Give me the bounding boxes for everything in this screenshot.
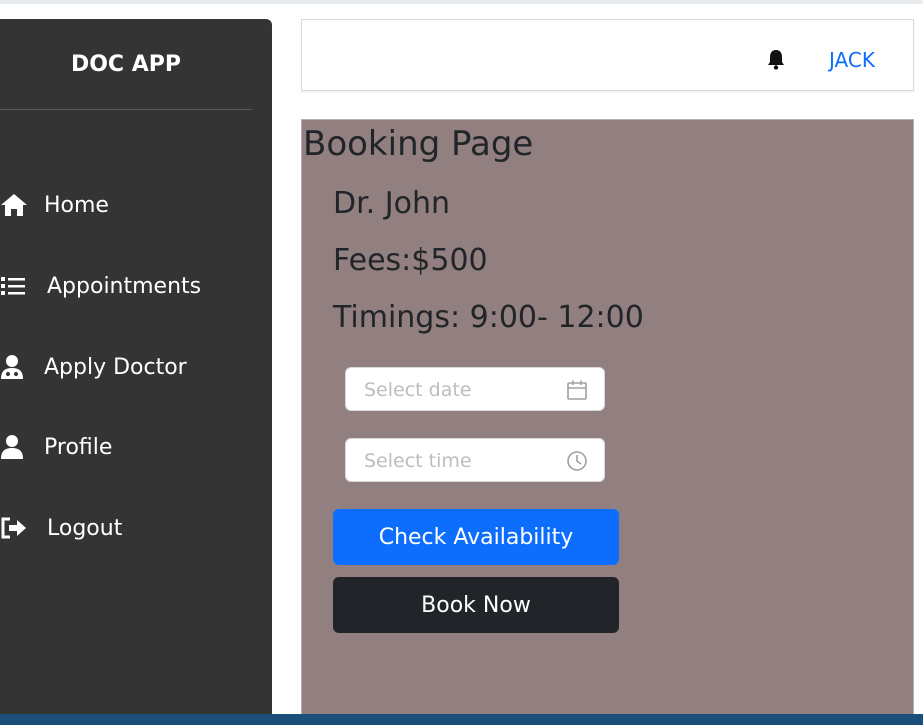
doctor-timings: Timings: 9:00- 12:00	[333, 300, 644, 335]
sidebar-item-label: Profile	[44, 434, 113, 460]
logout-icon	[0, 513, 47, 543]
app-logo: DOC APP	[0, 19, 252, 110]
sidebar-item-label: Logout	[47, 515, 123, 541]
window-top-edge	[0, 0, 923, 4]
sidebar-item-apply-doctor[interactable]: Apply Doctor	[0, 347, 187, 387]
page-title: Booking Page	[303, 124, 534, 164]
list-icon	[0, 271, 47, 301]
book-now-button[interactable]: Book Now	[333, 577, 619, 633]
sidebar: DOC APP Home Appointments Apply Doctor P…	[0, 19, 272, 725]
sidebar-item-label: Apply Doctor	[44, 354, 187, 380]
user-name-link[interactable]: JACK	[829, 48, 875, 72]
home-icon	[0, 190, 44, 220]
sidebar-item-label: Home	[44, 192, 109, 218]
clock-icon[interactable]	[566, 450, 588, 472]
os-taskbar	[0, 714, 923, 725]
user-icon	[0, 432, 44, 462]
sidebar-item-label: Appointments	[47, 273, 202, 299]
sidebar-item-profile[interactable]: Profile	[0, 427, 112, 467]
top-header: JACK	[301, 19, 914, 91]
date-input[interactable]	[362, 376, 566, 404]
date-picker[interactable]	[345, 367, 605, 411]
doctor-name: Dr. John	[333, 186, 450, 221]
doctor-fees: Fees:$500	[333, 243, 488, 278]
doctor-icon	[0, 352, 44, 382]
time-picker[interactable]	[345, 438, 605, 482]
bell-icon[interactable]	[765, 48, 787, 70]
sidebar-item-appointments[interactable]: Appointments	[0, 266, 201, 306]
booking-content: Booking Page Dr. John Fees:$500 Timings:…	[301, 119, 914, 716]
sidebar-item-logout[interactable]: Logout	[0, 508, 122, 548]
check-availability-button[interactable]: Check Availability	[333, 509, 619, 565]
calendar-icon[interactable]	[566, 379, 588, 401]
sidebar-item-home[interactable]: Home	[0, 185, 109, 225]
time-input[interactable]	[362, 447, 566, 475]
